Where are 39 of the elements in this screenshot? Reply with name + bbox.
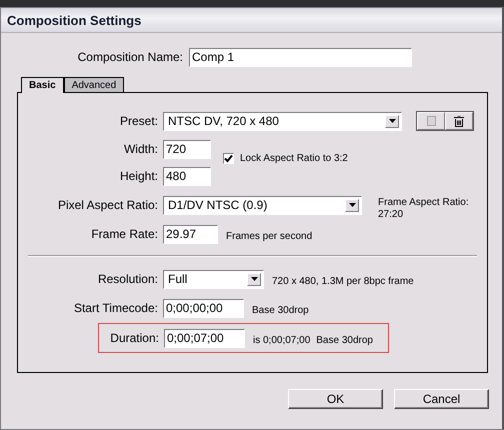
field-label: Preset: — [118, 114, 158, 128]
delete-preset-button[interactable] — [445, 112, 473, 130]
tab[interactable]: Advanced — [64, 77, 124, 92]
window-title: Composition Settings — [7, 12, 142, 28]
unit-label: Frames per second — [226, 230, 312, 242]
pixel-aspect-dropdown[interactable]: D1/DV NTSC (0.9) — [163, 196, 362, 214]
checkbox[interactable] — [223, 153, 234, 164]
field-label: Start Timecode: — [72, 301, 158, 315]
field-label: Duration: — [109, 331, 159, 345]
field-label: Composition Name: — [76, 50, 183, 64]
caret-icon — [388, 119, 396, 123]
composition-name-field[interactable]: Comp 1 — [189, 48, 412, 66]
width-field[interactable]: 720 — [163, 140, 211, 158]
info-text: is 0;00;07;00 — [253, 334, 310, 346]
caret-icon — [250, 277, 258, 281]
duration-field[interactable]: 0;00;07;00 — [164, 328, 245, 348]
caret-icon — [348, 203, 356, 207]
height-field[interactable]: 480 — [163, 166, 211, 186]
info-text: Base 30drop — [252, 304, 309, 316]
cancel-button[interactable]: Cancel — [394, 389, 489, 409]
info-text: 720 x 480, 1.3M per 8bpc frame — [272, 276, 414, 286]
resolution-dropdown[interactable]: Full — [163, 270, 264, 288]
field-label: Resolution: — [96, 272, 158, 286]
checkbox-label: Lock Aspect Ratio to 3:2 — [240, 153, 348, 164]
document-icon — [426, 116, 436, 126]
field-label: Height: — [118, 169, 158, 183]
field-label: Pixel Aspect Ratio: — [56, 198, 158, 212]
info-text: Base 30drop — [316, 334, 373, 346]
trash-icon — [454, 116, 464, 126]
field-label: Width: — [122, 142, 158, 156]
info-value: 27:20 — [378, 209, 404, 221]
save-preset-button[interactable] — [417, 112, 445, 130]
start-timecode-field[interactable]: 0;00;00;00 — [163, 298, 244, 318]
tab[interactable]: Basic — [21, 77, 64, 93]
field-label: Frame Rate: — [90, 227, 158, 241]
preset-dropdown[interactable]: NTSC DV, 720 x 480 — [163, 112, 402, 130]
ok-button[interactable]: OK — [288, 389, 383, 409]
frame-rate-field[interactable]: 29.97 — [163, 224, 218, 244]
info-label: Frame Aspect Ratio: — [378, 197, 469, 209]
